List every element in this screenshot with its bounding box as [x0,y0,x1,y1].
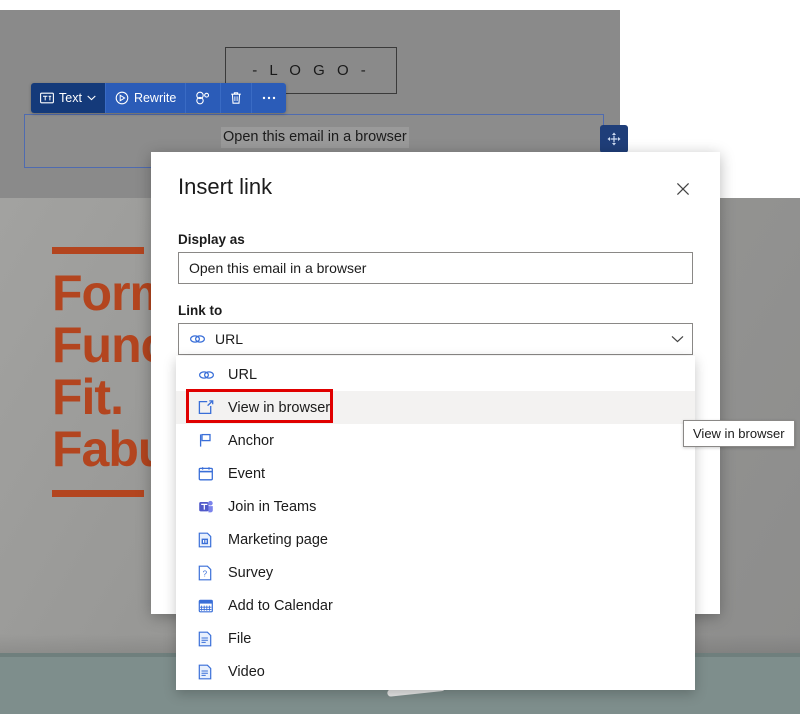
dropdown-option-label: Marketing page [228,531,328,548]
chevron-down-icon [87,95,96,101]
view-in-browser-tooltip: View in browser [683,420,795,447]
dropdown-option-join-in-teams[interactable]: Join in Teams [176,490,695,523]
dropdown-option-label: URL [228,366,258,383]
link-to-label: Link to [178,303,223,318]
toolbar-more-button[interactable] [252,83,287,113]
dropdown-option-anchor[interactable]: Anchor [176,424,695,457]
link-to-combobox[interactable]: URL [178,323,693,355]
screenshot-root: Form Func Fit. Fabu - L O G O - Open thi… [0,0,800,714]
dropdown-option-marketing-page[interactable]: Marketing page [176,523,695,556]
link-chain-icon [198,368,218,382]
dropdown-option-url[interactable]: URL [176,358,695,391]
toolbar-delete-button[interactable] [221,83,253,113]
toolbar-rewrite-label: Rewrite [133,91,177,105]
marketing-page-icon [198,532,218,548]
toolbar-styles-button[interactable] [186,83,222,113]
chevron-down-icon [671,335,684,343]
dropdown-option-view-in-browser[interactable]: View in browser [176,391,695,424]
display-as-label: Display as [178,232,245,247]
more-ellipsis-icon [263,96,276,100]
svg-text:?: ? [203,569,208,578]
link-chain-icon [189,335,206,343]
selected-text-run: Open this email in a browser [221,127,409,148]
open-in-browser-icon [198,400,218,415]
video-file-icon [198,664,218,680]
toolbar-text-label: Text [59,91,82,105]
dropdown-option-label: Video [228,663,265,680]
dropdown-option-label: Join in Teams [228,498,317,515]
dropdown-option-video[interactable]: Video [176,655,695,688]
hero-rule-bottom [52,490,144,497]
dropdown-option-survey[interactable]: ? Survey [176,556,695,589]
anchor-flag-icon [198,433,218,448]
dropdown-option-add-to-calendar[interactable]: Add to Calendar [176,589,695,622]
logo-placeholder-label: - L O G O - [252,62,370,79]
link-styles-icon [196,91,210,105]
file-icon [198,631,218,647]
dropdown-option-label: Event [228,465,266,482]
trash-icon [231,92,242,104]
display-as-input[interactable] [178,252,693,284]
rewrite-sparkle-icon [115,91,129,105]
hero-rule-top [52,247,144,254]
dropdown-option-label: File [228,630,252,647]
close-icon [676,182,690,196]
add-to-calendar-icon [198,598,218,613]
link-to-selected-value: URL [215,331,244,347]
dropdown-option-file[interactable]: File [176,622,695,655]
calendar-icon [198,466,218,481]
dropdown-option-event[interactable]: Event [176,457,695,490]
move-arrows-icon [607,132,621,146]
text-block-toolbar[interactable]: Text Rewrite [31,83,287,113]
survey-icon: ? [198,565,218,581]
dropdown-option-label: Survey [228,564,274,581]
dropdown-option-label: Anchor [228,432,274,449]
dialog-title: Insert link [178,174,273,199]
toolbar-text-button[interactable]: Text [31,83,106,113]
dropdown-option-label: Add to Calendar [228,597,333,614]
toolbar-rewrite-button[interactable]: Rewrite [105,83,187,113]
dropdown-option-label: View in browser [228,399,331,416]
move-handle[interactable] [600,125,628,153]
link-to-dropdown-list[interactable]: URL View in browser Anchor Event Join in… [176,356,695,690]
dialog-close-button[interactable] [668,174,698,204]
teams-icon [198,499,218,514]
text-box-icon [40,92,54,104]
